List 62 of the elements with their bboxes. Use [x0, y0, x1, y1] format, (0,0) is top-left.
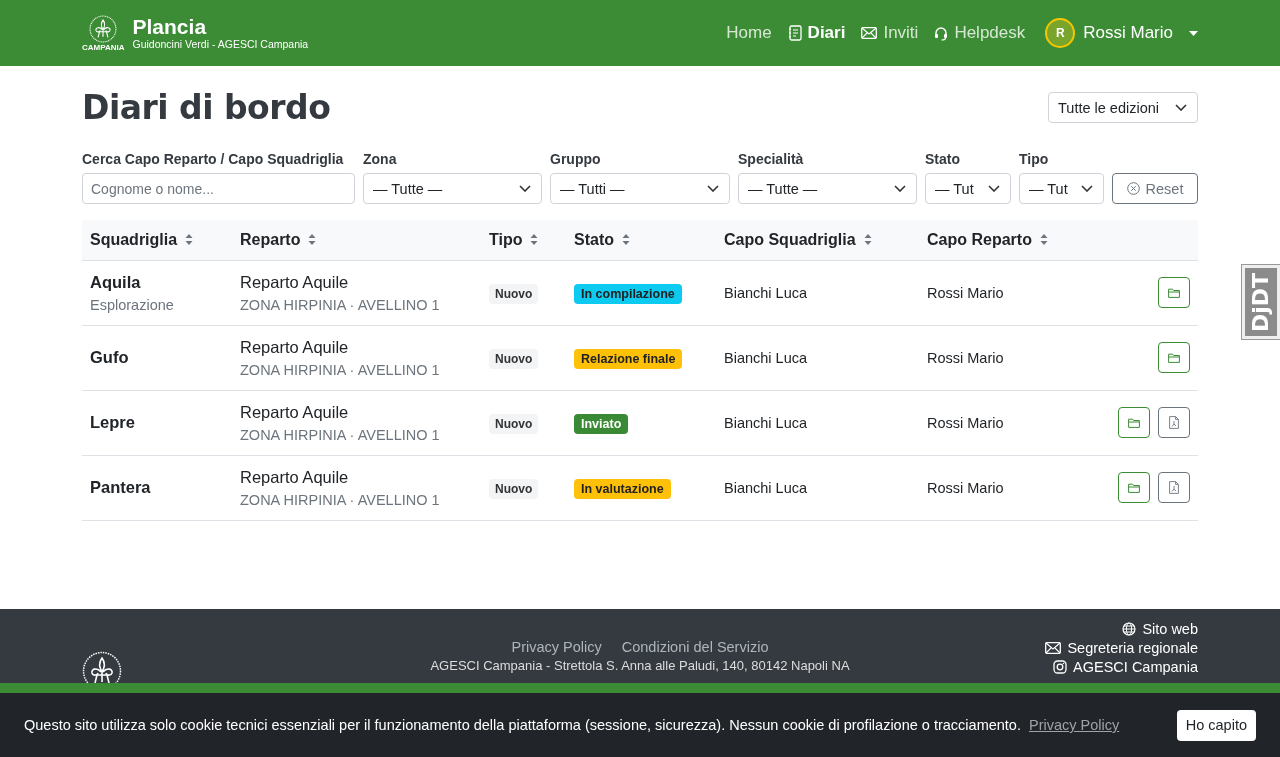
status-badge: Relazione finale [574, 348, 683, 369]
filter-select[interactable]: — Tut [1019, 173, 1104, 204]
filter-label: Zona [363, 151, 398, 167]
edition-select[interactable]: Tutte le edizioni [1048, 92, 1198, 123]
unit-name: Reparto Aquile [240, 467, 349, 487]
brand-title[interactable]: Plancia [132, 15, 309, 38]
type-tag: Nuovo [489, 478, 539, 499]
nav-link[interactable]: Diari [787, 23, 846, 43]
contact-link[interactable]: AGESCI Campania [1053, 658, 1198, 675]
footer-link[interactable]: Privacy Policy [511, 638, 602, 655]
speciality: Esplorazione [90, 296, 174, 313]
table-cell: Rossi Mario [927, 349, 1004, 366]
filter-select[interactable]: — Tutte — [738, 173, 917, 204]
table-cell: Bianchi Luca [724, 284, 808, 301]
table-cell: Rossi Mario [927, 284, 1004, 301]
page-title: Diari di bordo [82, 88, 331, 127]
table-cell: Rossi Mario [927, 414, 1004, 431]
contact-link[interactable]: Segreteria regionale [1045, 639, 1198, 656]
zone-group: ZONA HIRPINIA · AVELLINO 1 [240, 491, 440, 508]
status-badge: In compilazione [574, 283, 682, 304]
type-tag: Nuovo [489, 413, 539, 434]
table-cell: Bianchi Luca [724, 414, 808, 431]
footer-address: AGESCI Campania - Strettola S. Anna alle Paludi, 140, 80142 Napoli NA [430, 657, 850, 673]
column-header[interactable]: Reparto [240, 230, 317, 249]
footer-link[interactable]: Condizioni del Servizio [621, 638, 769, 655]
unit-name: Reparto Aquile [240, 337, 349, 357]
user-menu[interactable]: R Rossi Mario [1045, 18, 1198, 48]
zone-group: ZONA HIRPINIA · AVELLINO 1 [240, 361, 440, 378]
filter-select[interactable]: — Tutti — [550, 173, 730, 204]
unit-name: Reparto Aquile [240, 272, 349, 292]
status-badge: In valutazione [574, 478, 671, 499]
avatar: R [1045, 18, 1076, 48]
filter-label: Cerca Capo Reparto / Capo Squadriglia [82, 151, 345, 167]
squad-name: Lepre [90, 413, 135, 432]
type-tag: Nuovo [489, 283, 539, 304]
brand-subtitle: Guidoncini Verdi - AGESCI Campania [132, 37, 309, 51]
user-name: Rossi Mario [1083, 23, 1173, 43]
accept-button[interactable]: Ho capito [1176, 709, 1256, 741]
zone-group: ZONA HIRPINIA · AVELLINO 1 [240, 296, 440, 313]
cookie-text: Questo sito utilizza solo cookie tecnici essenziali per il funzionamento della piattaforma (sessione, sicurezza). Nessun cookie di profilazione o tracciamento. [24, 717, 1021, 733]
column-header[interactable]: Stato [574, 230, 630, 249]
squad-name: Aquila [90, 272, 141, 292]
zone-group: ZONA HIRPINIA · AVELLINO 1 [240, 426, 440, 443]
filter-label: Gruppo [550, 151, 602, 167]
contact-link[interactable]: Sito web [1122, 620, 1198, 637]
table-cell: Rossi Mario [927, 479, 1004, 496]
filter-label: Tipo [1019, 151, 1050, 167]
filter-select[interactable]: — Tutte — [363, 173, 542, 204]
status-badge: Inviato [574, 413, 629, 434]
table-cell: Bianchi Luca [724, 479, 808, 496]
filter-select[interactable]: — Tut [925, 173, 1011, 204]
unit-name: Reparto Aquile [240, 402, 349, 422]
filter-label: Stato [925, 151, 961, 167]
reset-button[interactable]: Reset [1112, 173, 1198, 204]
filter-label: Specialità [738, 151, 805, 167]
squad-name: Gufo [90, 348, 129, 367]
squad-name: Pantera [90, 478, 151, 497]
table-cell: Bianchi Luca [724, 349, 808, 366]
type-tag: Nuovo [489, 348, 539, 369]
privacy-link[interactable]: Privacy Policy [1028, 717, 1120, 733]
search-field[interactable]: Cognome o nome... [82, 173, 355, 204]
logo-caption: CAMPANIA [82, 42, 125, 52]
